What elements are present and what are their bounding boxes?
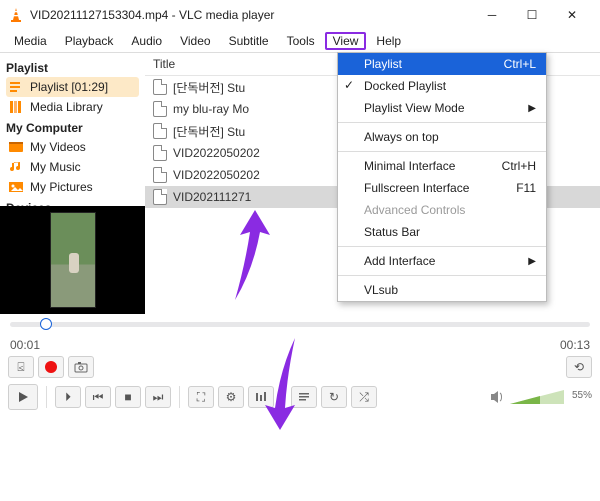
menu-tools[interactable]: Tools	[279, 32, 323, 50]
maximize-button[interactable]: ☐	[512, 1, 552, 29]
sidebar-item-my-pictures[interactable]: My Pictures	[6, 177, 139, 197]
view-menu-item[interactable]: VLsub	[338, 279, 546, 301]
play-pause-button[interactable]: ⏵	[55, 386, 81, 408]
menu-playback[interactable]: Playback	[57, 32, 122, 50]
time-total: 00:13	[560, 338, 590, 352]
video-preview[interactable]	[0, 206, 145, 314]
vlc-cone-icon	[8, 7, 24, 23]
volume-percent: 55%	[572, 390, 592, 401]
file-icon	[153, 123, 167, 139]
menu-help[interactable]: Help	[368, 32, 409, 50]
file-icon	[153, 167, 167, 183]
file-icon	[153, 189, 167, 205]
playlist-row-title: VID2022050202	[173, 146, 260, 160]
view-menu-item[interactable]: Minimal Interface Ctrl+H	[338, 155, 546, 177]
menu-item-label: Minimal Interface	[364, 159, 455, 173]
file-icon	[153, 101, 167, 117]
library-icon	[8, 99, 24, 115]
menu-subtitle[interactable]: Subtitle	[221, 32, 277, 50]
stop-button[interactable]: ■	[115, 386, 141, 408]
minimize-button[interactable]: ─	[472, 1, 512, 29]
menu-audio[interactable]: Audio	[123, 32, 170, 50]
pictures-icon	[8, 179, 24, 195]
close-button[interactable]: ✕	[552, 1, 592, 29]
sidebar-item-my-videos[interactable]: My Videos	[6, 137, 139, 157]
sidebar-item-playlist[interactable]: Playlist [01:29]	[6, 77, 139, 97]
menu-item-label: Playlist	[364, 57, 402, 71]
file-icon	[153, 79, 167, 95]
fullscreen-button[interactable]: ⛶	[188, 386, 214, 408]
view-menu-item: Advanced Controls	[338, 199, 546, 221]
sidebar-item-label: Media Library	[30, 100, 103, 114]
sidebar-item-media-library[interactable]: Media Library	[6, 97, 139, 117]
sidebar-group-playlist: Playlist	[6, 61, 139, 75]
view-menu-item[interactable]: Always on top	[338, 126, 546, 148]
time-current: 00:01	[10, 338, 40, 352]
submenu-arrow-icon: ▶	[528, 103, 536, 114]
playlist-row-title: my blu-ray Mo	[173, 102, 249, 116]
file-icon	[153, 145, 167, 161]
sidebar-item-label: My Music	[30, 160, 81, 174]
view-menu-item[interactable]: Fullscreen Interface F11	[338, 177, 546, 199]
next-button[interactable]: ⏭	[145, 386, 171, 408]
view-menu-dropdown: Playlist Ctrl+L ✓ Docked Playlist Playlist V…	[337, 52, 547, 302]
window-title: VID20211127153304.mp4 - VLC media player	[30, 8, 472, 22]
view-menu-item[interactable]: Status Bar	[338, 221, 546, 243]
volume-slider[interactable]	[510, 388, 564, 406]
repeat-button[interactable]: ↻	[321, 386, 347, 408]
titlebar: VID20211127153304.mp4 - VLC media player…	[0, 0, 600, 30]
playlist-row-title: VID2022050202	[173, 168, 260, 182]
submenu-arrow-icon: ▶	[528, 256, 536, 267]
seek-bar[interactable]	[0, 314, 600, 340]
sidebar-item-my-music[interactable]: My Music	[6, 157, 139, 177]
menu-item-shortcut: Ctrl+L	[504, 57, 536, 71]
menu-item-label: Playlist View Mode	[364, 101, 465, 115]
menu-view[interactable]: View	[325, 32, 367, 50]
playlist-toggle-button[interactable]	[291, 386, 317, 408]
playlist-row-title: [단독버전] Stu	[173, 79, 245, 96]
view-menu-item[interactable]: Playlist Ctrl+L	[338, 53, 546, 75]
loop-button[interactable]: ⟲	[566, 356, 592, 378]
previous-button[interactable]: ⏮	[85, 386, 111, 408]
menu-item-shortcut: Ctrl+H	[502, 159, 536, 173]
playlist-row-title: VID202111271	[173, 190, 251, 204]
frame-back-button[interactable]: ⍃	[8, 356, 34, 378]
menu-item-label: Add Interface	[364, 254, 435, 268]
music-icon	[8, 159, 24, 175]
record-button[interactable]	[38, 356, 64, 378]
menubar: Media Playback Audio Video Subtitle Tool…	[0, 30, 600, 52]
sidebar-item-label: My Pictures	[30, 180, 93, 194]
snapshot-button[interactable]	[68, 356, 94, 378]
menu-item-label: Advanced Controls	[364, 203, 465, 217]
menu-item-shortcut: F11	[516, 181, 536, 195]
sidebar-group-my-computer: My Computer	[6, 121, 139, 135]
seek-knob[interactable]	[40, 318, 52, 330]
video-icon	[8, 139, 24, 155]
menu-item-label: VLsub	[364, 283, 398, 297]
menu-item-label: Always on top	[364, 130, 439, 144]
check-icon: ✓	[344, 78, 354, 92]
menu-item-label: Fullscreen Interface	[364, 181, 469, 195]
video-thumbnail	[50, 212, 96, 308]
extra-toolbar: ⍃ ⟲	[0, 352, 600, 382]
view-menu-item[interactable]: Playlist View Mode ▶	[338, 97, 546, 119]
menu-item-label: Docked Playlist	[364, 79, 446, 93]
shuffle-button[interactable]: ⤮	[351, 386, 377, 408]
speaker-icon[interactable]	[488, 388, 506, 406]
playlist-icon	[8, 79, 24, 95]
sidebar-item-label: My Videos	[30, 140, 86, 154]
view-menu-item[interactable]: ✓ Docked Playlist	[338, 75, 546, 97]
sidebar-item-label: Playlist [01:29]	[30, 80, 108, 94]
menu-item-label: Status Bar	[364, 225, 420, 239]
view-menu-item[interactable]: Add Interface ▶	[338, 250, 546, 272]
playlist-row-title: [단독버전] Stu	[173, 123, 245, 140]
equalizer-button[interactable]	[248, 386, 274, 408]
menu-video[interactable]: Video	[172, 32, 218, 50]
menu-media[interactable]: Media	[6, 32, 55, 50]
extended-settings-button[interactable]: ⚙	[218, 386, 244, 408]
play-button[interactable]	[8, 384, 38, 410]
playback-toolbar: ⏵ ⏮ ■ ⏭ ⛶ ⚙ ↻ ⤮ 55%	[0, 382, 600, 416]
